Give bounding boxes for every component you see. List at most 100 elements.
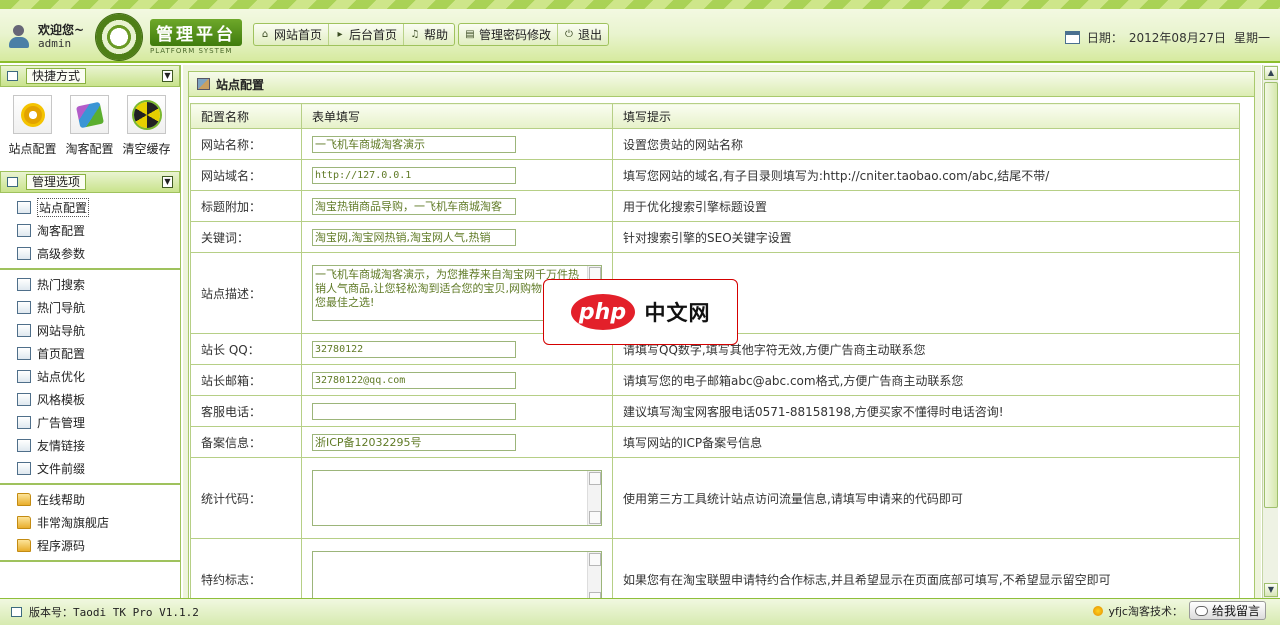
leave-message-button[interactable]: 给我留言 (1188, 601, 1266, 620)
config-textarea[interactable] (312, 551, 602, 598)
config-hint: 针对搜索引擎的SEO关键字设置 (612, 221, 1240, 253)
config-input[interactable]: 淘宝网,淘宝网热销,淘宝网人气,热销 (312, 228, 516, 246)
config-input[interactable]: http://127.0.0.1 (312, 166, 516, 184)
top-nav-secondary: ▤ 管理密码修改 ⏻ 退出 (458, 23, 610, 46)
quick-item[interactable]: 淘客配置 (61, 95, 118, 165)
music-note-icon: ♫ (410, 28, 420, 40)
config-name: 客服电话： (190, 395, 302, 427)
quick-panel-title: 快捷方式 (26, 68, 87, 84)
nav-nav_left-1[interactable]: ▸ 后台首页 (329, 24, 405, 45)
folder-icon (17, 493, 31, 506)
quick-shortcuts: 站点配置 淘客配置 清空缓存 (0, 87, 180, 171)
config-input[interactable]: 淘宝热销商品导购，一飞机车商城淘客 (312, 197, 516, 215)
config-icon (75, 101, 104, 128)
page-icon (17, 247, 31, 260)
collapse-icon[interactable]: ▼ (162, 70, 173, 82)
support-text: yfjc淘客技术： (1108, 604, 1183, 618)
scroll-down-icon[interactable]: ▼ (1264, 583, 1278, 597)
vertical-scrollbar[interactable]: ▲ ▼ (1262, 65, 1278, 598)
user-icon (8, 25, 30, 49)
sidebar-item[interactable]: 程序源码 (0, 534, 180, 557)
table-row: 网站名称： 一飞机车商城淘客演示 设置您贵站的网站名称 (190, 128, 1240, 160)
header: 欢迎您~ admin 管理平台 PLATFORM SYSTEM ⌂ 网站首页 ▸ 后台… (0, 0, 1280, 63)
config-input[interactable]: 32780122@qq.com (312, 371, 516, 389)
nav-nav_left-2[interactable]: ♫ 帮助 (404, 24, 454, 45)
sidebar-item[interactable]: 站点优化 (0, 365, 180, 388)
folder-icon (17, 516, 31, 529)
textarea-scrollbar[interactable] (587, 552, 601, 598)
page-icon (17, 347, 31, 360)
table-row: 客服电话： 建议填写淘宝网客服电话0571-88158198,方便买家不懂得时电话… (190, 395, 1240, 427)
sidebar-item-label: 程序源码 (37, 539, 86, 553)
sidebar-item[interactable]: 非常淘旗舰店 (0, 511, 180, 534)
sidebar-item[interactable]: 热门搜索 (0, 273, 180, 296)
sidebar-item-label: 文件前缀 (37, 462, 86, 476)
sidebar: 快捷方式 ▼ 站点配置 淘客配置 清空缓存 管理选项 ▼ 站点配置 淘客配置 高级参数热… (0, 65, 181, 598)
sidebar-item-label: 广告管理 (37, 416, 86, 430)
config-input[interactable]: 32780122 (312, 340, 516, 358)
panel-icon (7, 71, 18, 81)
config-hint: 设置您贵站的网站名称 (612, 128, 1240, 160)
calendar-icon (1064, 31, 1080, 44)
sidebar-item[interactable]: 文件前缀 (0, 457, 180, 480)
config-input[interactable]: 一飞机车商城淘客演示 (312, 135, 516, 153)
sidebar-item-label: 淘客配置 (37, 224, 86, 238)
nav-label: 网站首页 (274, 28, 323, 42)
nav-nav_right-0[interactable]: ▤ 管理密码修改 (459, 24, 559, 45)
textarea-text: 一飞机车商城淘客演示，为您推荐来自淘宝网千万件热销人气商品,让您轻松淘到适合您的… (315, 268, 579, 309)
sidebar-item-label: 风格模板 (37, 393, 86, 407)
sidebar-item[interactable]: 友情链接 (0, 434, 180, 457)
table-header-row: 配置名称 表单填写 填写提示 (190, 103, 1240, 129)
sidebar-item-label: 非常淘旗舰店 (37, 516, 110, 530)
page-icon (17, 224, 31, 237)
power-icon: ⏻ (565, 28, 573, 40)
top-nav-primary: ⌂ 网站首页 ▸ 后台首页 ♫ 帮助 (253, 23, 456, 46)
page-icon (17, 462, 31, 475)
manage-menu: 站点配置淘客配置高级参数热门搜索 热门导航 网站导航 首页配置 站点优化风格模板广告管理… (0, 193, 180, 562)
sidebar-item[interactable]: 风格模板 (0, 388, 180, 411)
sidebar-item[interactable]: 广告管理 (0, 411, 180, 434)
sidebar-item[interactable]: 首页配置 (0, 342, 180, 365)
quick-item[interactable]: 站点配置 (4, 95, 61, 165)
weekday: 星期一 (1233, 31, 1270, 45)
page-icon (17, 370, 31, 383)
quick-item[interactable]: 清空缓存 (118, 95, 175, 165)
sidebar-item-label: 在线帮助 (37, 493, 86, 507)
watermark: php 中文网 (543, 279, 738, 345)
config-name: 站长邮箱： (190, 364, 302, 396)
gear-icon (20, 102, 45, 127)
radiation-icon (133, 101, 160, 128)
page-icon (197, 78, 210, 90)
config-name: 标题附加： (190, 190, 302, 222)
config-hint: 使用第三方工具统计站点访问流量信息,请填写申请来的代码即可 (612, 457, 1240, 539)
config-name: 关键词： (190, 221, 302, 253)
page-icon (17, 416, 31, 429)
sidebar-item[interactable]: 站点配置 (0, 196, 180, 219)
nav-nav_left-0[interactable]: ⌂ 网站首页 (254, 24, 330, 45)
version-value: Taodi TK Pro V1.1.2 (73, 606, 199, 619)
date-label: 日期： (1086, 31, 1123, 45)
home-icon: ⌂ (261, 28, 269, 40)
scroll-up-icon[interactable]: ▲ (1264, 66, 1278, 80)
form-cell: 32780122@qq.com (301, 364, 613, 396)
config-input[interactable]: 浙ICP备12032295号 (312, 433, 516, 451)
form-cell (301, 395, 613, 427)
sidebar-item-label: 友情链接 (37, 439, 86, 453)
scroll-thumb[interactable] (1264, 82, 1278, 508)
sidebar-item[interactable]: 在线帮助 (0, 488, 180, 511)
nav-label: 后台首页 (349, 28, 398, 42)
sidebar-item[interactable]: 淘客配置 (0, 219, 180, 242)
nav-nav_right-1[interactable]: ⏻ 退出 (558, 24, 608, 45)
sidebar-item[interactable]: 网站导航 (0, 319, 180, 342)
quick-item-label: 清空缓存 (122, 142, 171, 156)
table-row: 特约标志： 如果您有在淘宝联盟申请特约合作标志,并且希望显示在页面底部可填写,不希… (190, 538, 1240, 598)
textarea-scrollbar[interactable] (587, 471, 601, 525)
chat-bubble-icon (1194, 605, 1208, 616)
watermark-logo: php (570, 294, 635, 330)
sidebar-item[interactable]: 高级参数 (0, 242, 180, 265)
sidebar-item[interactable]: 热门导航 (0, 296, 180, 319)
config-textarea[interactable] (312, 470, 602, 526)
collapse-icon[interactable]: ▼ (162, 176, 173, 188)
config-input[interactable] (312, 402, 516, 420)
version-label: 版本号： (29, 606, 73, 619)
